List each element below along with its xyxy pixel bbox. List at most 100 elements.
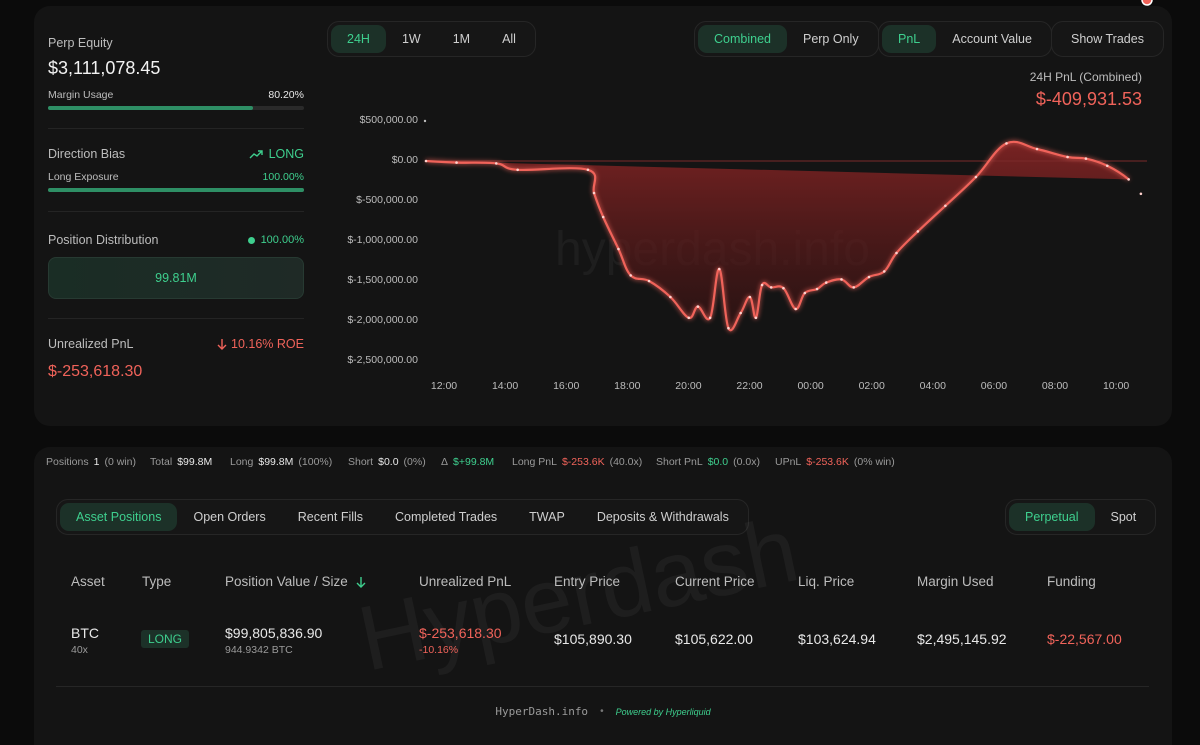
stat-delta-label: Δ: [441, 456, 449, 468]
tab-asset-positions[interactable]: Asset Positions: [60, 503, 178, 531]
cell-position-size: 944.9342 BTC: [225, 644, 293, 656]
current-value-marker[interactable]: [1141, 0, 1153, 6]
header-position[interactable]: Position Value / Size: [225, 574, 366, 589]
unrealized-pnl-value: $-253,618.30: [48, 363, 143, 380]
cell-asset: BTC: [71, 625, 99, 641]
x-tick-label: 06:00: [980, 380, 1008, 392]
stat-short-value: $0.0: [378, 456, 399, 468]
sort-desc-icon: [356, 576, 366, 588]
metric-tab-account-value[interactable]: Account Value: [936, 25, 1048, 53]
header-asset[interactable]: Asset: [71, 574, 105, 589]
market-tab-perpetual[interactable]: Perpetual: [1009, 503, 1095, 531]
y-tick-label: $-1,000,000.00: [347, 234, 418, 246]
bottom-tabs: Asset Positions Open Orders Recent Fills Co…: [56, 499, 749, 535]
margin-usage-bar-fill: [48, 106, 254, 110]
metric-selector: PnL Account Value: [878, 21, 1052, 57]
footer-dot: •: [600, 706, 604, 717]
chart-header: 24H PnL (Combined) $-409,931.53: [1030, 70, 1142, 110]
market-tabs: Perpetual Spot: [1005, 499, 1157, 535]
tab-completed-trades[interactable]: Completed Trades: [379, 503, 513, 531]
y-tick-label: $-500,000.00: [356, 194, 418, 206]
stat-long-pct: (100%): [298, 456, 333, 468]
footer-powered[interactable]: Powered by Hyperliquid: [616, 707, 711, 717]
long-exposure-value: 100.00%: [262, 171, 304, 183]
timeframe-tab-24h[interactable]: 24H: [331, 25, 386, 53]
stat-long-label: Long: [230, 456, 254, 468]
y-tick-label: $0.00: [391, 154, 418, 166]
cell-funding: $-22,567.00: [1047, 631, 1122, 647]
margin-usage-value: 80.20%: [268, 89, 304, 101]
stat-total: Total $99.8M: [150, 456, 212, 468]
perp-equity-value: $3,111,078.45: [48, 58, 161, 78]
x-tick-label: 02:00: [858, 380, 885, 392]
market-tab-spot[interactable]: Spot: [1095, 503, 1153, 531]
cell-leverage: 40x: [71, 644, 88, 656]
position-distribution-amount: 99.81M: [155, 271, 197, 285]
direction-bias-label: Direction Bias: [48, 147, 126, 161]
mode-tab-perp-only[interactable]: Perp Only: [787, 25, 875, 53]
stat-total-value: $99.8M: [177, 456, 213, 468]
tab-open-orders[interactable]: Open Orders: [177, 503, 281, 531]
divider: [48, 318, 304, 319]
timeframe-tab-1w[interactable]: 1W: [386, 25, 437, 53]
show-trades-group: Show Trades: [1051, 21, 1164, 57]
long-dot-icon: [247, 236, 255, 244]
header-upnl[interactable]: Unrealized PnL: [419, 574, 511, 589]
y-tick-label: $-2,000,000.00: [347, 314, 418, 326]
stat-upnl-label: UPnL: [775, 456, 802, 468]
margin-usage-bar: [48, 106, 304, 110]
long-exposure-label: Long Exposure: [48, 171, 119, 183]
mode-tab-combined[interactable]: Combined: [698, 25, 787, 53]
header-entry[interactable]: Entry Price: [554, 574, 620, 589]
show-trades-button[interactable]: Show Trades: [1055, 25, 1160, 53]
stat-long-pnl-label: Long PnL: [512, 456, 557, 468]
cell-upnl-pct: -10.16%: [419, 644, 459, 656]
metric-tab-pnl[interactable]: PnL: [882, 25, 937, 53]
cell-current: $105,622.00: [675, 631, 753, 647]
stat-short-pnl-value: $0.0: [707, 456, 729, 468]
cell-margin: $2,495,145.92: [917, 631, 1007, 647]
positions-panel: [34, 447, 1172, 745]
x-tick-label: 10:00: [1102, 380, 1130, 392]
stat-long: Long $99.8M (100%): [230, 456, 332, 468]
stat-upnl-win: (0% win): [853, 456, 895, 468]
tab-recent-fills[interactable]: Recent Fills: [282, 503, 379, 531]
margin-usage-label: Margin Usage: [48, 89, 114, 101]
header-liq[interactable]: Liq. Price: [798, 574, 854, 589]
header-current[interactable]: Current Price: [675, 574, 755, 589]
stat-long-pnl-lev: (40.0x): [609, 456, 643, 468]
mode-selector: Combined Perp Only: [694, 21, 879, 57]
divider: [48, 211, 304, 212]
x-tick-label: 14:00: [491, 380, 519, 392]
header-type[interactable]: Type: [142, 574, 171, 589]
type-badge: LONG: [141, 630, 190, 648]
tab-deposits-withdrawals[interactable]: Deposits & Withdrawals: [581, 503, 745, 531]
cell-liq: $103,624.94: [798, 631, 876, 647]
timeframe-tab-1m[interactable]: 1M: [437, 25, 486, 53]
position-distribution-label: Position Distribution: [48, 233, 159, 247]
stat-long-pnl-value: $-253.6K: [561, 456, 605, 468]
stat-short-pnl-lev: (0.0x): [733, 456, 760, 468]
stat-short-pct: (0%): [403, 456, 426, 468]
header-funding[interactable]: Funding: [1047, 574, 1096, 589]
stat-total-label: Total: [150, 456, 173, 468]
unrealized-pnl-label: Unrealized PnL: [48, 337, 134, 351]
chart-header-value: $-409,931.53: [1035, 89, 1142, 109]
header-margin[interactable]: Margin Used: [917, 574, 994, 589]
footer-brand[interactable]: HyperDash.info: [495, 705, 588, 718]
stat-positions-win: (0 win): [104, 456, 136, 468]
y-tick-label: $-1,500,000.00: [347, 274, 418, 286]
direction-bias-value: LONG: [268, 147, 304, 161]
trending-up-icon: [249, 150, 263, 159]
perp-equity-section: Perp Equity $3,111,078.45 Margin Usage 8…: [48, 36, 304, 110]
divider: [48, 128, 304, 129]
cell-position-value: $99,805,836.90: [225, 625, 323, 641]
stat-short-label: Short: [348, 456, 374, 468]
stat-upnl-value: $-253.6K: [806, 456, 849, 468]
arrow-down-icon: [217, 339, 227, 350]
position-distribution-bar[interactable]: 99.81M: [48, 257, 304, 299]
stat-positions-value: 1: [93, 456, 100, 468]
timeframe-tab-all[interactable]: All: [486, 25, 532, 53]
y-tick-label: $-2,500,000.00: [347, 354, 418, 366]
tab-twap[interactable]: TWAP: [513, 503, 581, 531]
